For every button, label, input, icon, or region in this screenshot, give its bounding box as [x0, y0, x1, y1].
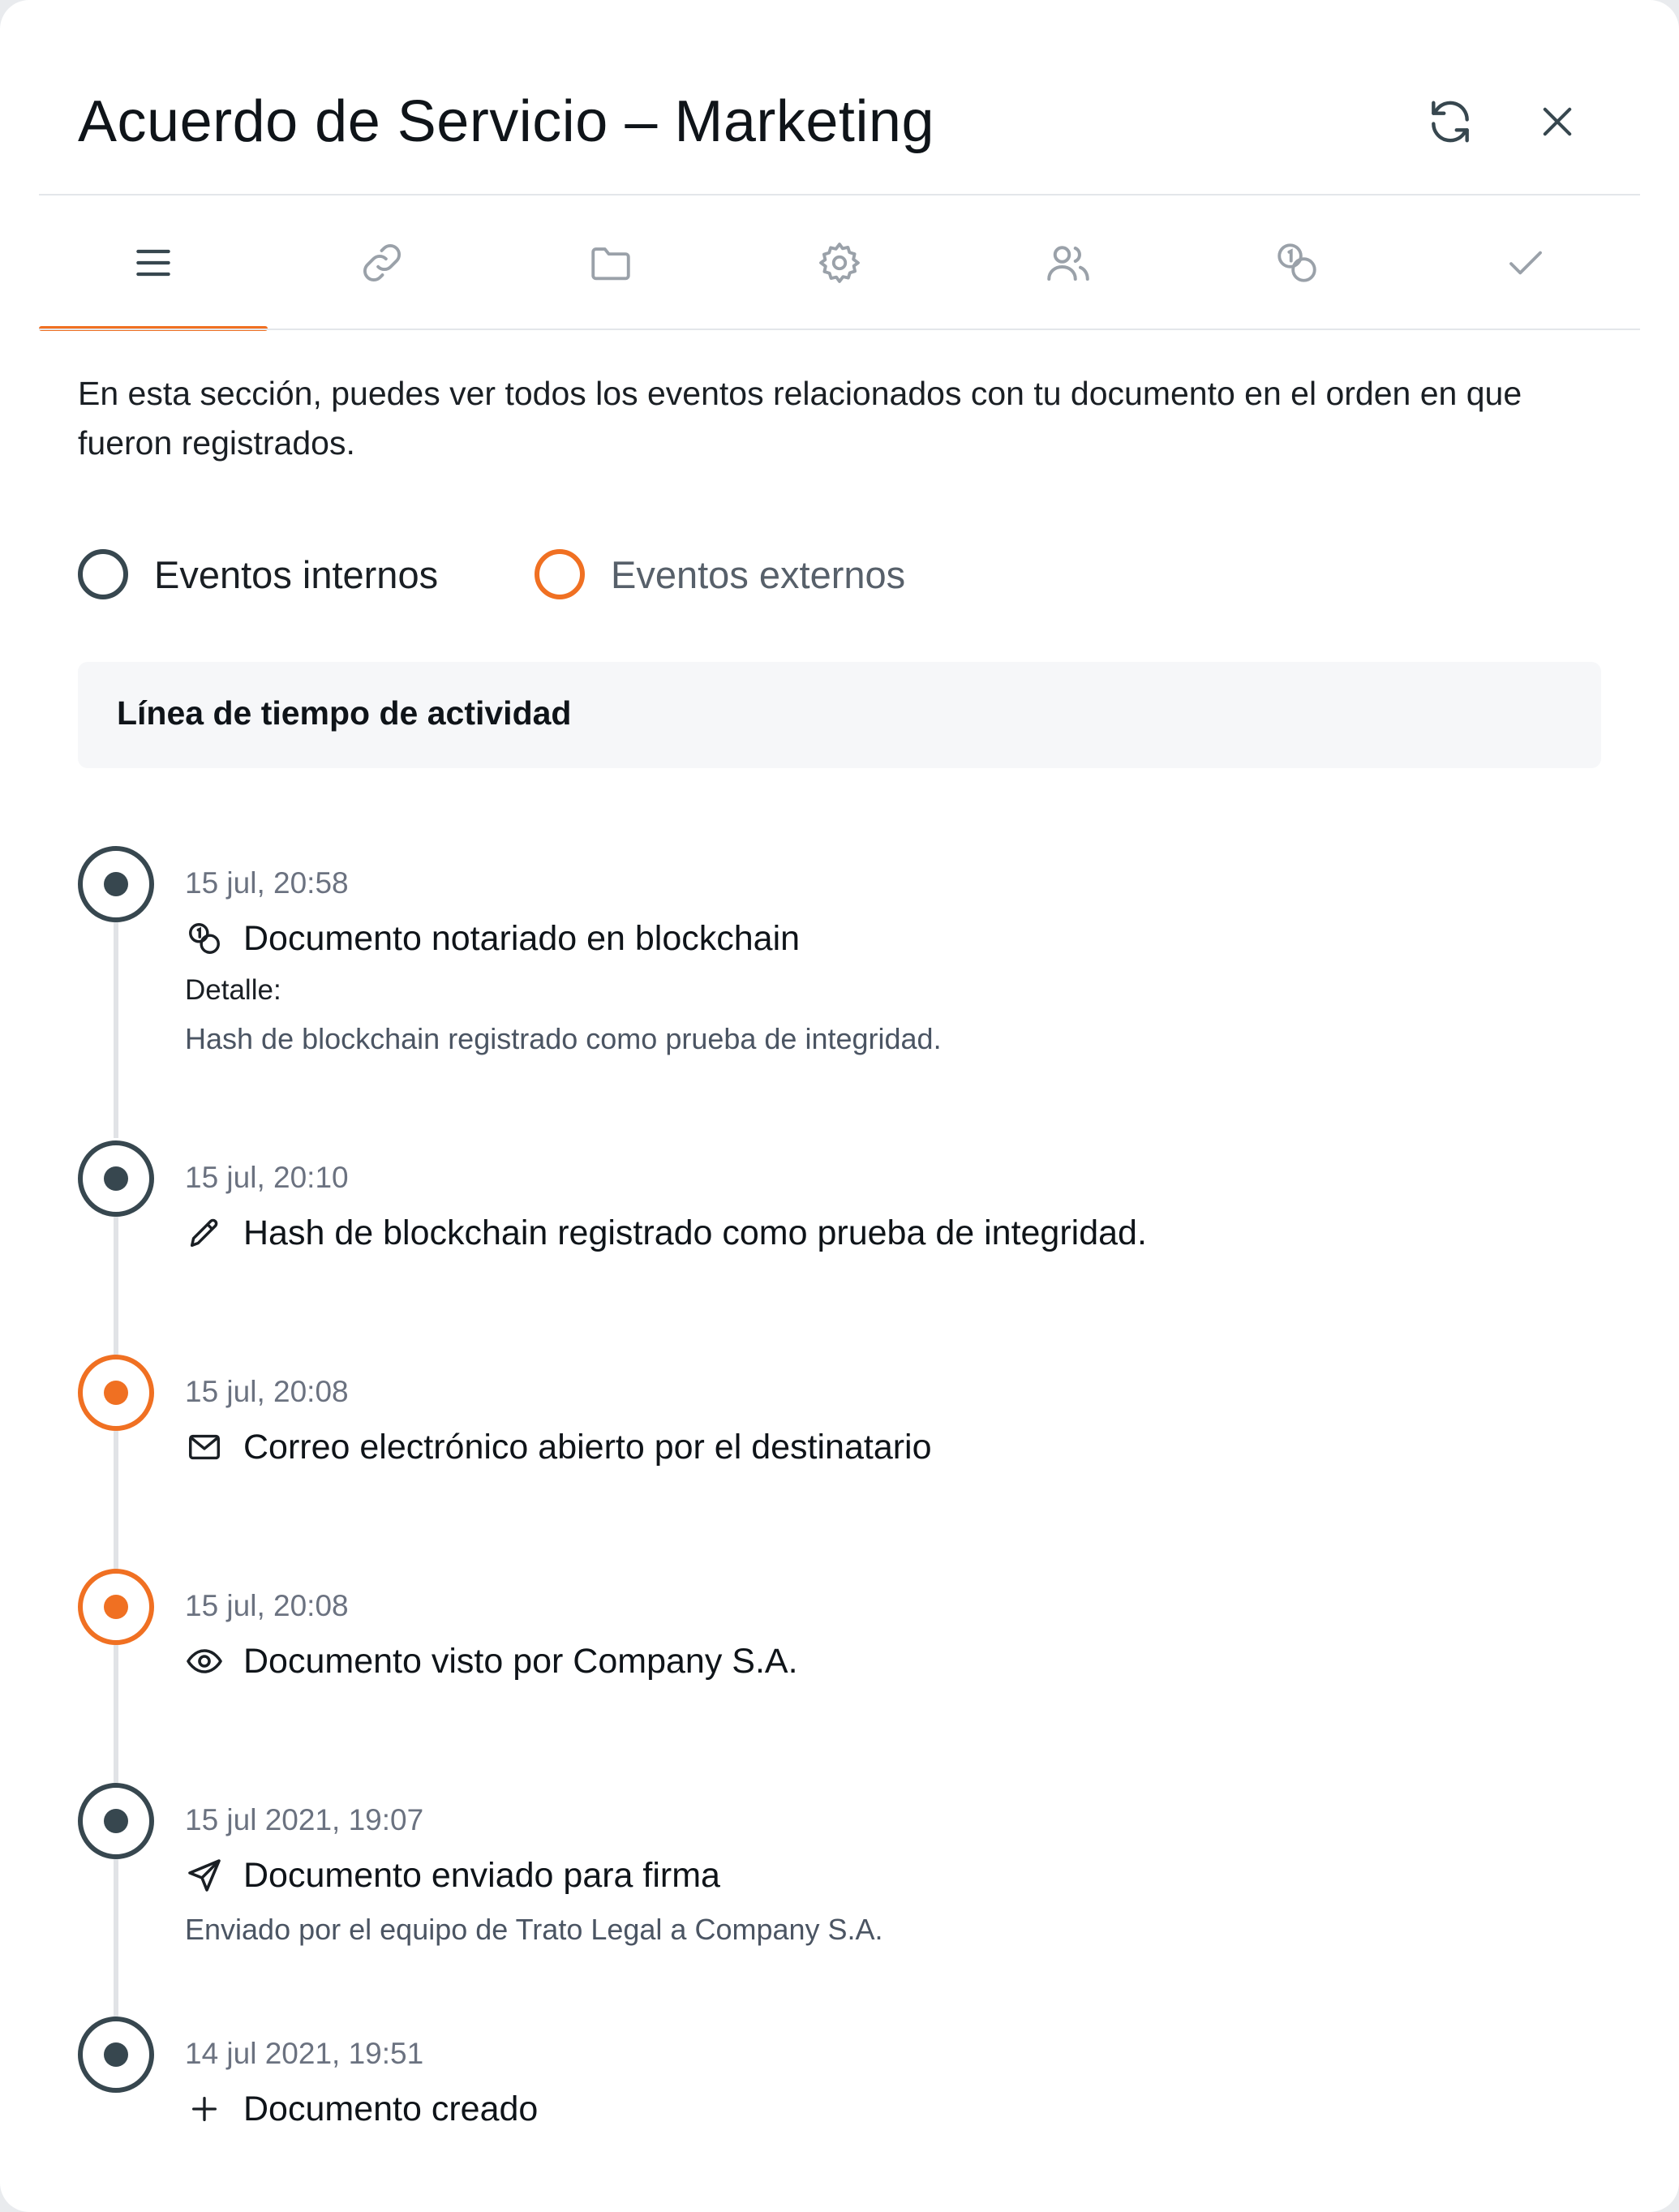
internal-event-marker: [78, 1783, 154, 1859]
external-events-radio[interactable]: [535, 549, 585, 599]
timeline-event: 15 jul, 20:08 Documento visto por Compan…: [78, 1569, 1603, 1819]
timeline-event: 15 jul, 20:58 Documento notariado en blo…: [78, 846, 1603, 1138]
panel-header: Acuerdo de Servicio – Marketing: [0, 0, 1679, 195]
internal-event-marker: [78, 2017, 154, 2093]
filter-internal-events[interactable]: Eventos internos: [78, 542, 438, 607]
activity-panel: Acuerdo de Servicio – Marketing En esta …: [0, 0, 1679, 2212]
timeline-heading: Línea de tiempo de actividad: [117, 694, 572, 732]
timeline-event: 15 jul, 20:10 Hash de blockchain registr…: [78, 1140, 1603, 1390]
tab-signatures[interactable]: [1411, 195, 1640, 329]
tab-settings[interactable]: [725, 195, 954, 329]
event-title: Documento enviado para firma: [243, 1855, 720, 1895]
tab-bar: [39, 195, 1640, 331]
event-detail: Hash de blockchain registrado como prueb…: [185, 1022, 942, 1055]
event-title: Documento notariado en blockchain: [243, 918, 801, 958]
eye-icon: [185, 1642, 224, 1681]
event-title-row: Hash de blockchain registrado como prueb…: [185, 1210, 1147, 1256]
event-timestamp: 15 jul, 20:10: [185, 1161, 349, 1194]
event-title-row: Documento creado: [185, 2086, 538, 2132]
event-title-row: Correo electrónico abierto por el destin…: [185, 1424, 932, 1470]
section-description: En esta sección, puedes ver todos los ev…: [78, 375, 1522, 462]
filter-external-label: Eventos externos: [611, 552, 906, 596]
event-title: Hash de blockchain registrado como prueb…: [243, 1213, 1147, 1252]
blockchain-icon: [185, 919, 224, 958]
internal-event-marker: [78, 846, 154, 922]
plus-icon: [185, 2090, 224, 2128]
close-icon: [1543, 107, 1572, 136]
tab-files[interactable]: [496, 195, 725, 329]
users-icon: [1047, 245, 1089, 281]
tab-divider: [39, 329, 1640, 330]
list-icon: [136, 249, 170, 276]
event-title-row: Documento enviado para firma: [185, 1853, 720, 1898]
coins-icon: [1278, 243, 1316, 282]
event-timestamp: 15 jul 2021, 19:07: [185, 1803, 424, 1836]
refresh-icon: [1432, 101, 1469, 143]
page-title: Acuerdo de Servicio – Marketing: [78, 89, 935, 154]
timeline-heading-box: Línea de tiempo de actividad: [78, 662, 1601, 768]
close-button[interactable]: [1527, 91, 1588, 152]
timeline-connector: [114, 921, 118, 1138]
link-icon: [363, 243, 401, 281]
refresh-button[interactable]: [1419, 91, 1481, 152]
event-timestamp: 15 jul, 20:08: [185, 1589, 349, 1622]
check-icon: [1509, 251, 1542, 274]
tab-activity[interactable]: [39, 195, 268, 331]
filter-external-events[interactable]: Eventos externos: [535, 542, 905, 607]
event-title-row: Documento visto por Company S.A.: [185, 1639, 798, 1684]
folder-icon: [591, 247, 630, 280]
event-detail-label: Detalle:: [185, 974, 281, 1006]
event-title: Correo electrónico abierto por el destin…: [243, 1427, 932, 1467]
gear-icon: [819, 242, 860, 283]
event-title-row: Documento notariado en blockchain: [185, 916, 800, 961]
event-title: Documento visto por Company S.A.: [243, 1641, 798, 1681]
external-event-marker: [78, 1569, 154, 1645]
tab-links[interactable]: [268, 195, 496, 329]
event-detail: Enviado por el equipo de Trato Legal a C…: [185, 1913, 883, 1946]
filter-internal-label: Eventos internos: [154, 552, 439, 596]
internal-events-radio[interactable]: [78, 549, 128, 599]
send-icon: [185, 1856, 224, 1895]
internal-event-marker: [78, 1140, 154, 1217]
tab-participants[interactable]: [954, 195, 1183, 329]
timeline-event: 14 jul 2021, 19:51 Documento creado: [78, 2017, 1603, 2163]
external-event-marker: [78, 1355, 154, 1431]
pencil-icon: [185, 1213, 224, 1252]
event-timestamp: 14 jul 2021, 19:51: [185, 2037, 424, 2070]
mail-icon: [185, 1428, 224, 1467]
event-timestamp: 15 jul, 20:08: [185, 1375, 349, 1408]
event-title: Documento creado: [243, 2089, 539, 2128]
timeline-event: 15 jul, 20:08 Correo electrónico abierto…: [78, 1355, 1603, 1604]
event-timestamp: 15 jul, 20:58: [185, 866, 349, 900]
tab-blockchain[interactable]: [1183, 195, 1411, 329]
timeline-event: 15 jul 2021, 19:07 Documento enviado par…: [78, 1783, 1603, 2057]
